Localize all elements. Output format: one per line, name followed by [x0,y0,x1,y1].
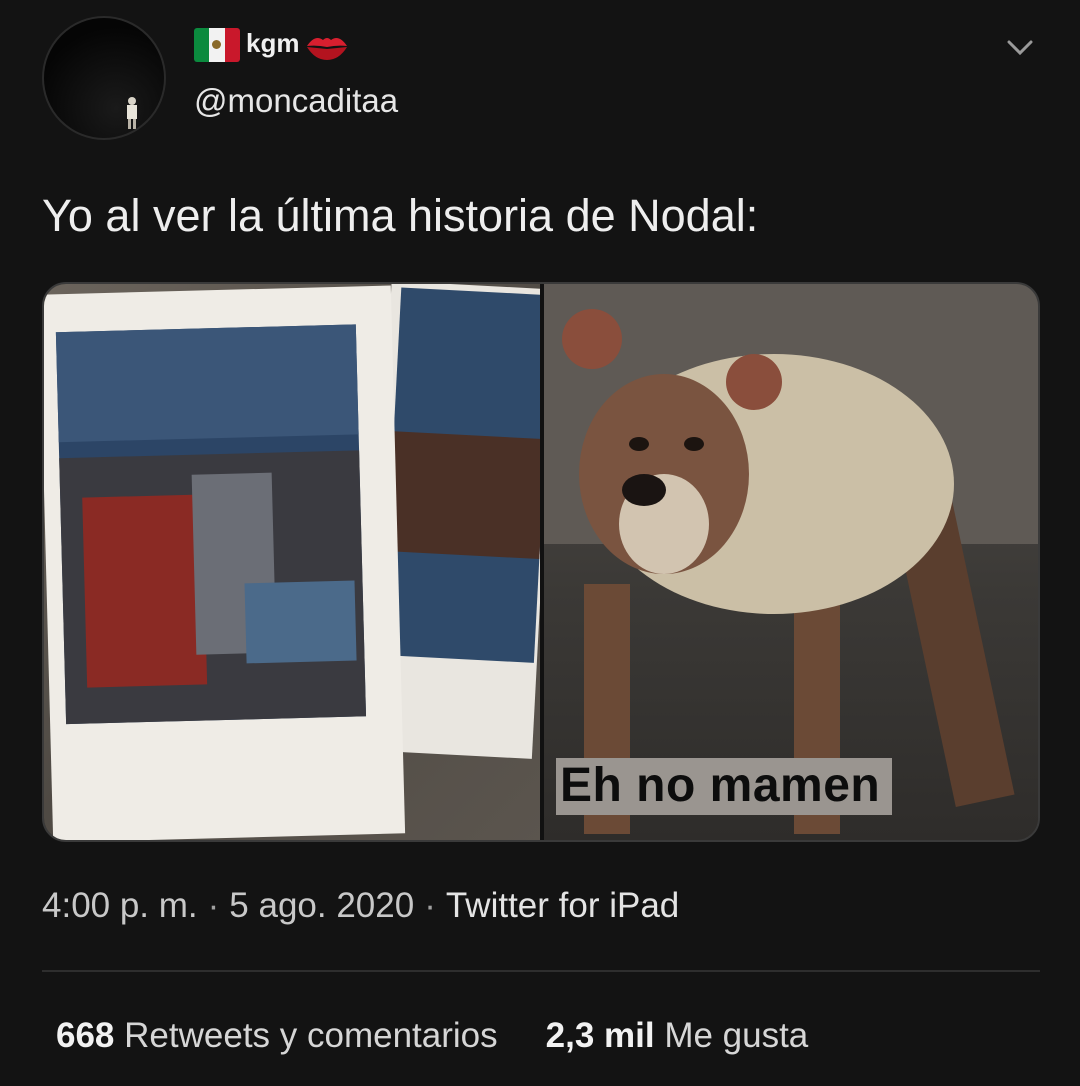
user-handle[interactable]: @moncaditaa [194,82,398,120]
divider-line [42,970,1040,972]
tweet-text: Yo al ver la última historia de Nodal: [42,190,759,241]
avatar-figure [127,97,137,129]
tweet-date[interactable]: 5 ago. 2020 [229,886,414,925]
tweet-source[interactable]: Twitter for iPad [446,886,679,925]
tweet-meta: 4:00 p. m. · 5 ago. 2020 · Twitter for iPad [42,886,679,926]
lips-kiss-icon [307,38,348,60]
retweets-stat[interactable]: 668 Retweets y comentarios [56,1016,498,1055]
likes-count: 2,3 mil [545,1016,655,1055]
user-avatar[interactable] [42,16,166,140]
likes-label: Me gusta [664,1016,809,1055]
meta-separator: · [207,886,220,925]
chevron-down-icon[interactable] [1003,30,1037,64]
likes-stat[interactable]: 2,3 mil Me gusta [546,1016,809,1055]
display-name[interactable]: kgm [246,28,299,59]
polaroid-photos-illustration [44,284,557,840]
user-name-row[interactable]: kgm [194,28,349,62]
mexico-flag-icon [194,28,240,62]
tweet-media-image[interactable]: Eh no mamen [42,282,1040,842]
media-caption: Eh no mamen [556,758,893,815]
media-left-panel [44,284,557,840]
tweet-time[interactable]: 4:00 p. m. [42,886,198,925]
meta-separator: · [424,886,436,925]
retweets-label: Retweets y comentarios [124,1016,498,1055]
tweet-stats: 668 Retweets y comentarios 2,3 mil Me gus… [56,1016,808,1056]
retweets-count: 668 [56,1016,115,1055]
